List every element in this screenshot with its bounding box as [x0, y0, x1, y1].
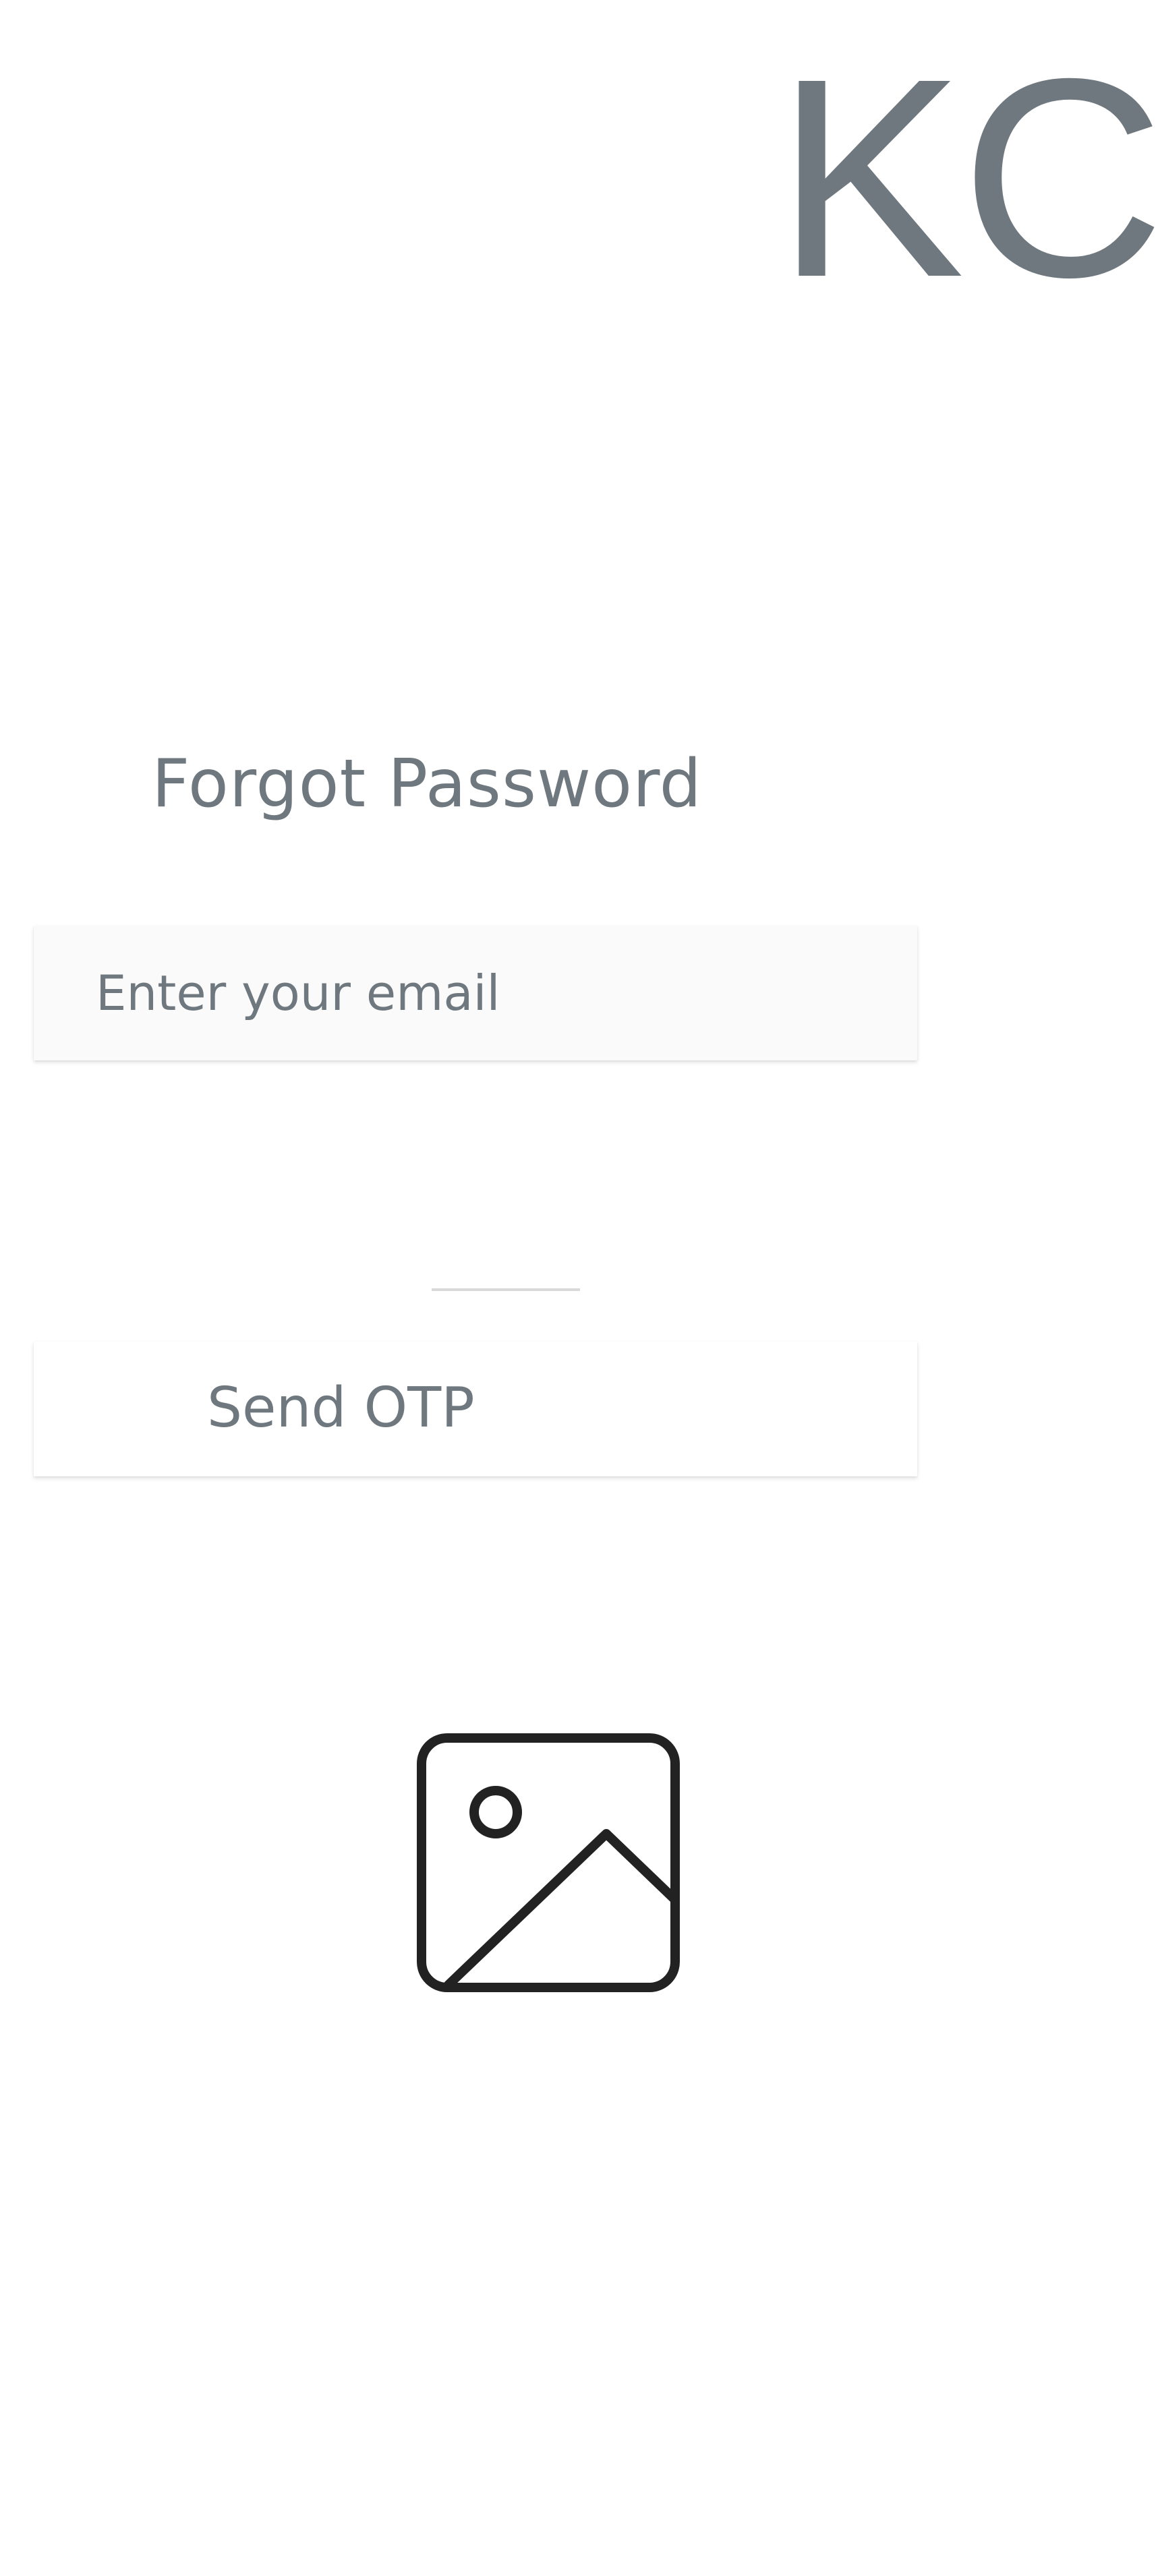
- divider: [432, 1288, 580, 1291]
- app-logo: KC: [776, 20, 1158, 336]
- send-otp-label: Send OTP: [207, 1376, 475, 1440]
- image-placeholder-icon: [415, 1733, 685, 1996]
- page-title: Forgot Password: [152, 746, 702, 822]
- email-field[interactable]: [34, 926, 917, 1060]
- email-input[interactable]: [34, 926, 917, 1060]
- send-otp-button[interactable]: Send OTP: [34, 1342, 917, 1476]
